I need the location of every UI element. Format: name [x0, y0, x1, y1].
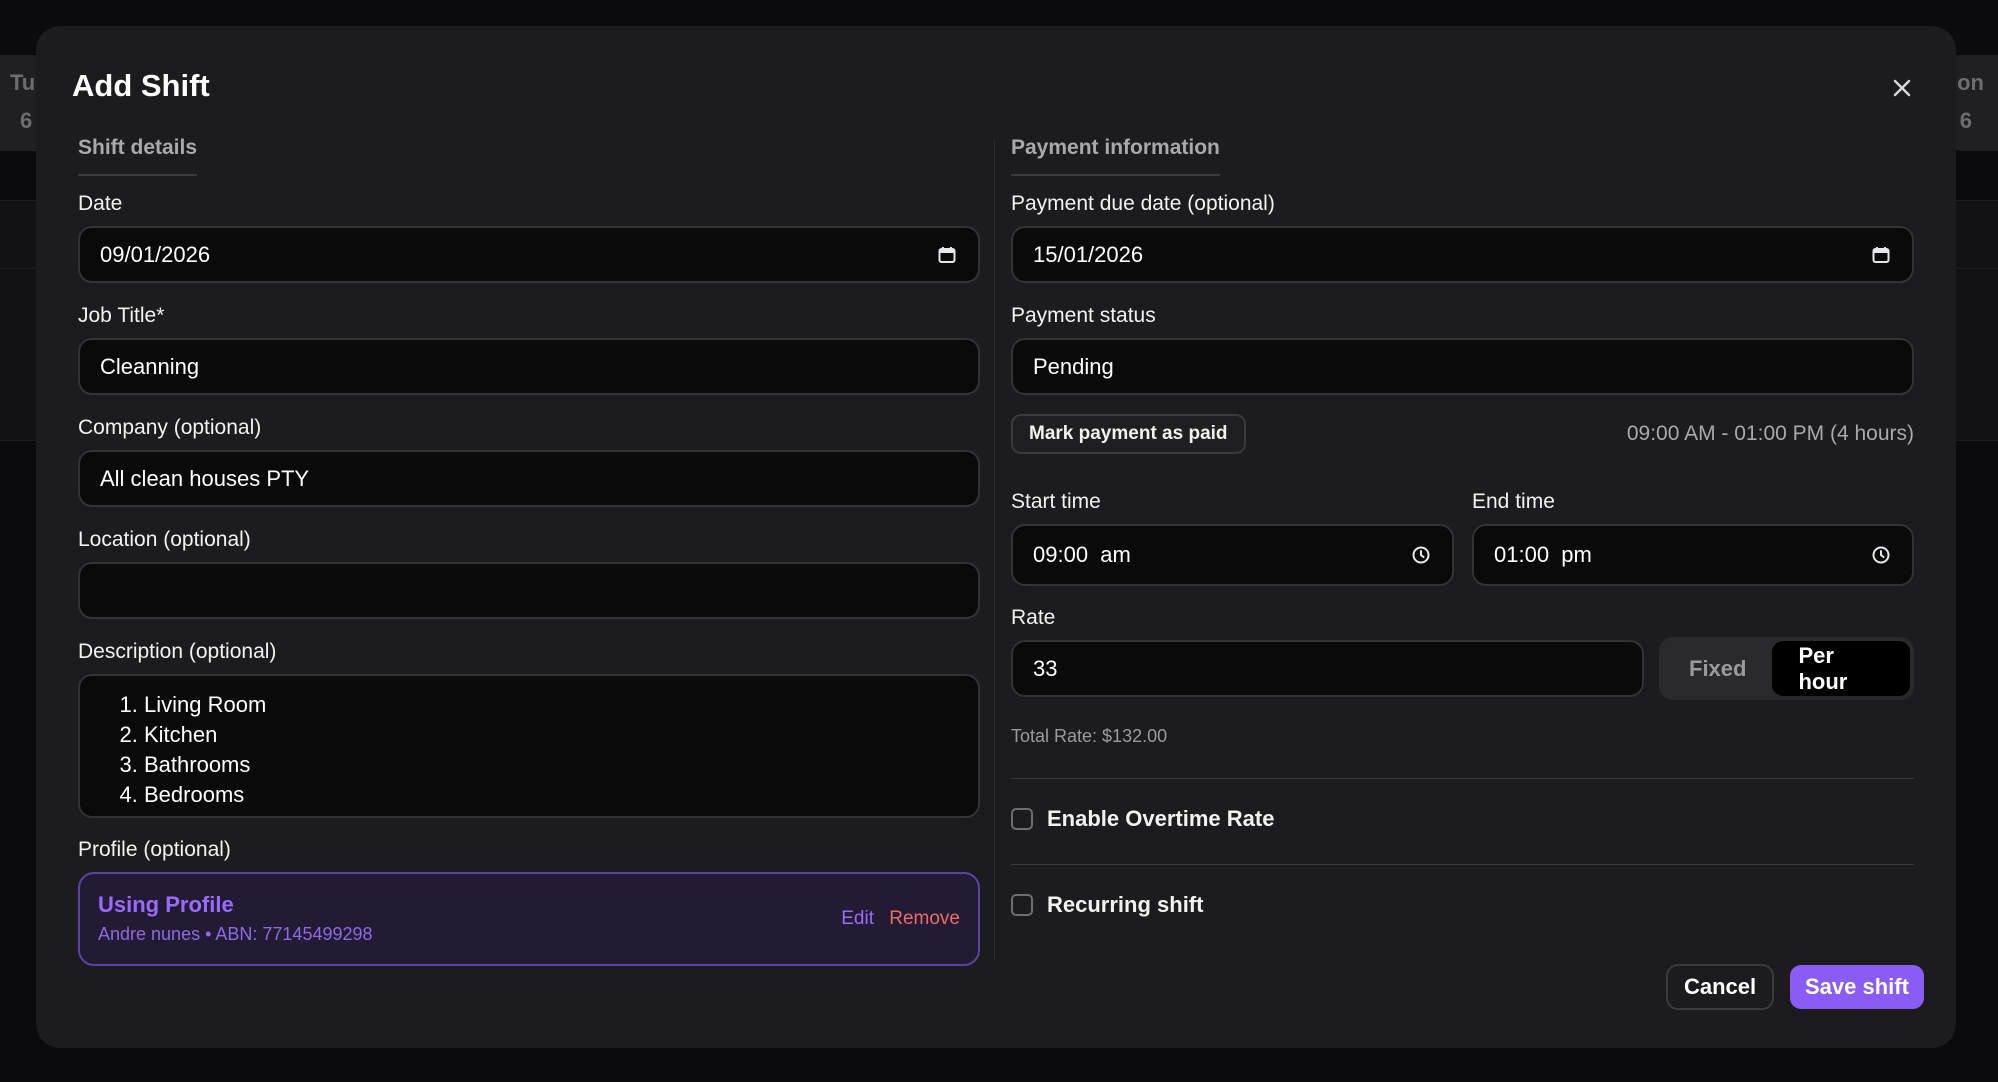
save-shift-button[interactable]: Save shift: [1790, 965, 1924, 1009]
background-day-number: 6: [20, 108, 33, 133]
overtime-row: Enable Overtime Rate: [1011, 806, 1274, 832]
description-item: Living Room: [144, 690, 958, 720]
section-divider: [1011, 778, 1914, 779]
background-day-label: on: [1957, 70, 1984, 95]
profile-remove-link[interactable]: Remove: [889, 908, 960, 930]
payment-status-label: Payment status: [1011, 304, 1156, 327]
job-title-input[interactable]: Cleanning: [78, 338, 980, 395]
location-input[interactable]: [78, 562, 980, 619]
overtime-checkbox[interactable]: [1011, 808, 1033, 830]
payment-status-value: Pending: [1033, 353, 1114, 379]
profile-card: Using Profile Andre nunes • ABN: 7714549…: [78, 872, 980, 966]
company-label: Company (optional): [78, 416, 262, 439]
profile-label: Profile (optional): [78, 838, 231, 861]
rate-type-fixed[interactable]: Fixed: [1663, 641, 1772, 696]
payment-status-select[interactable]: Pending: [1011, 338, 1914, 395]
job-title-value: Cleanning: [100, 353, 200, 379]
calendar-icon[interactable]: [936, 244, 958, 266]
background-day-label: Tu: [10, 70, 36, 95]
profile-title: Using Profile: [98, 892, 234, 917]
background-day-number: 6: [1959, 108, 1972, 133]
calendar-icon[interactable]: [1870, 244, 1892, 266]
section-divider: [1011, 864, 1914, 865]
rate-input[interactable]: 33: [1011, 640, 1644, 697]
profile-subtitle: Andre nunes • ABN: 77145499298: [98, 924, 373, 944]
due-date-input[interactable]: 15/01/2026: [1011, 226, 1914, 283]
shift-details-heading: Shift details: [78, 136, 198, 176]
modal-title: Add Shift: [72, 68, 210, 103]
description-textarea[interactable]: Living Room Kitchen Bathrooms Bedrooms: [78, 674, 980, 818]
company-value: All clean houses PTY: [100, 465, 310, 491]
date-value: 09/01/2026: [100, 241, 211, 267]
rate-type-toggle: Fixed Per hour: [1659, 637, 1914, 700]
rate-label: Rate: [1011, 606, 1056, 629]
description-label: Description (optional): [78, 640, 277, 663]
job-title-label: Job Title*: [78, 304, 165, 327]
date-label: Date: [78, 192, 123, 215]
overtime-label: Enable Overtime Rate: [1047, 806, 1275, 831]
cancel-button[interactable]: Cancel: [1666, 964, 1775, 1010]
rate-value: 33: [1033, 655, 1058, 681]
clock-icon[interactable]: [1410, 544, 1432, 566]
close-icon: [1893, 79, 1911, 97]
time-summary: 09:00 AM - 01:00 PM (4 hours): [1626, 422, 1914, 445]
description-item: Bedrooms: [144, 780, 958, 810]
start-time-input[interactable]: 09:00 am: [1011, 524, 1454, 586]
column-divider: [994, 140, 995, 960]
recurring-row: Recurring shift: [1011, 892, 1203, 918]
clock-icon[interactable]: [1870, 544, 1892, 566]
mark-paid-button[interactable]: Mark payment as paid: [1011, 414, 1246, 454]
end-time-input[interactable]: 01:00 pm: [1472, 524, 1914, 586]
start-time-value: 09:00 am: [1033, 542, 1131, 567]
end-time-value: 01:00 pm: [1494, 542, 1592, 567]
location-label: Location (optional): [78, 528, 251, 551]
recurring-checkbox[interactable]: [1011, 894, 1033, 916]
due-date-label: Payment due date (optional): [1011, 192, 1275, 215]
due-date-value: 15/01/2026: [1033, 241, 1144, 267]
recurring-label: Recurring shift: [1047, 892, 1204, 917]
company-input[interactable]: All clean houses PTY: [78, 450, 980, 507]
add-shift-modal: Add Shift Shift details Date 09/01/2026 …: [36, 26, 1956, 1048]
payment-info-heading: Payment information: [1011, 136, 1220, 176]
profile-edit-link[interactable]: Edit: [841, 908, 874, 930]
rate-type-per-hour[interactable]: Per hour: [1772, 641, 1910, 696]
description-item: Kitchen: [144, 720, 958, 750]
start-time-label: Start time: [1011, 490, 1101, 513]
date-input[interactable]: 09/01/2026: [78, 226, 980, 283]
end-time-label: End time: [1472, 490, 1555, 513]
description-list: Living Room Kitchen Bathrooms Bedrooms: [122, 690, 958, 810]
total-rate: Total Rate: $132.00: [1011, 726, 1168, 746]
description-item: Bathrooms: [144, 750, 958, 780]
close-button[interactable]: [1884, 70, 1920, 106]
